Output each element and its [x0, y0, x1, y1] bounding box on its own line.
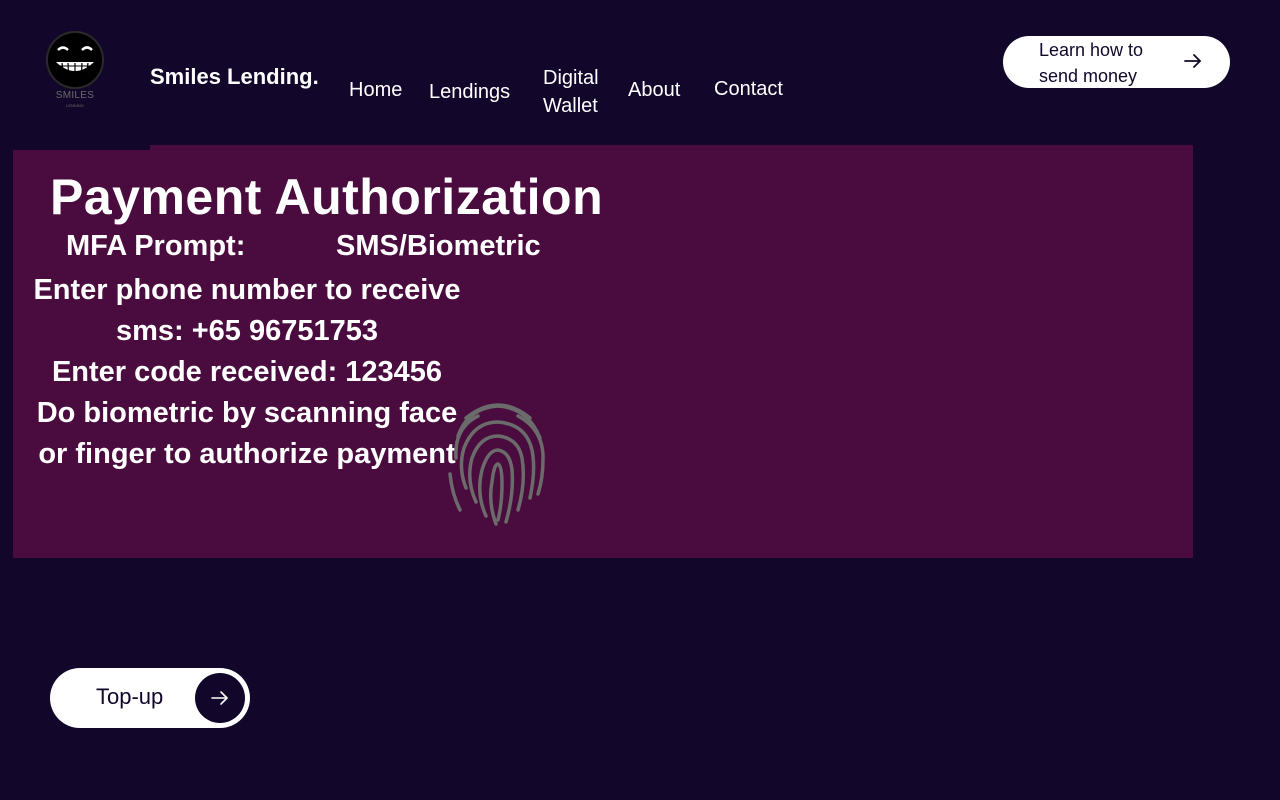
- instructions: Enter phone number to receive sms: +65 9…: [30, 270, 464, 475]
- nav-digital-wallet[interactable]: Digital Wallet: [543, 64, 613, 120]
- brand-name[interactable]: Smiles Lending.: [150, 64, 319, 90]
- topup-button-label: Top-up: [96, 684, 164, 709]
- nav-contact[interactable]: Contact: [714, 75, 783, 103]
- logo[interactable]: SMILES LENDING: [42, 30, 108, 112]
- mfa-prompt-label: MFA Prompt:: [66, 230, 246, 262]
- arrow-right-icon: [211, 691, 228, 705]
- nav-about[interactable]: About: [628, 76, 680, 104]
- page-title: Payment Authorization: [50, 169, 604, 225]
- phone-instruction: Enter phone number to receive sms: +65 9…: [33, 274, 461, 347]
- topup-button[interactable]: Top-up: [50, 668, 250, 728]
- mfa-prompt-value: SMS/Biometric: [336, 230, 541, 262]
- logo-text: SMILES: [55, 90, 95, 101]
- learn-button-label: Learn how to send money: [1039, 40, 1144, 86]
- topup-arrow-circle: [195, 673, 245, 723]
- arrow-right-icon: [1184, 54, 1201, 68]
- biometric-instruction: Do biometric by scanning face or finger …: [36, 397, 458, 470]
- page: SMILES LENDING Smiles Lending. Home Lend…: [0, 0, 1280, 800]
- learn-send-money-button[interactable]: Learn how to send money: [1003, 36, 1230, 88]
- nav-lendings[interactable]: Lendings: [429, 78, 510, 106]
- nav-home[interactable]: Home: [349, 76, 402, 104]
- fingerprint-icon[interactable]: [448, 398, 548, 530]
- logo-subtext: LENDING: [66, 103, 84, 108]
- smiley-face-icon: [46, 31, 104, 89]
- code-instruction: Enter code received: 123456: [51, 356, 443, 388]
